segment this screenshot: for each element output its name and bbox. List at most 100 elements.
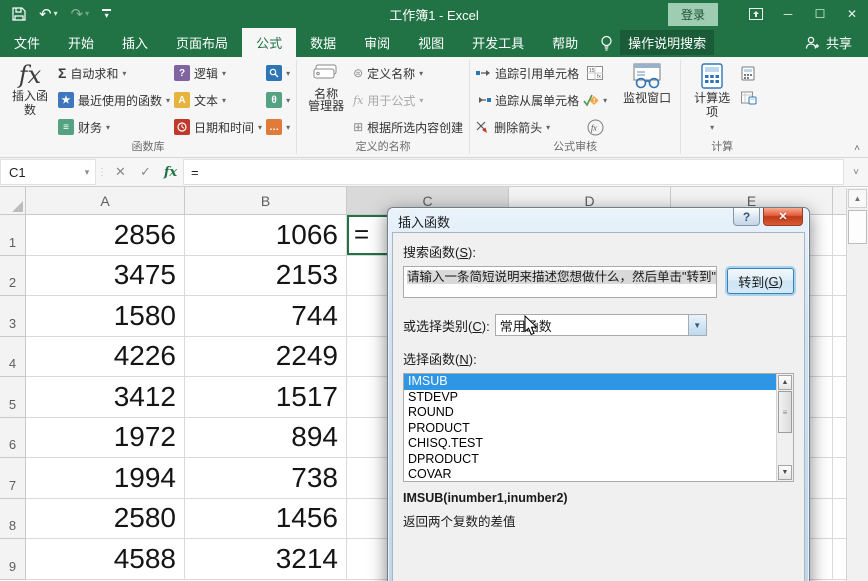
- dialog-title-bar[interactable]: 插入函数 ? ✕: [392, 208, 805, 232]
- enter-entry-button[interactable]: ✓: [133, 158, 158, 186]
- cell-f2[interactable]: [833, 256, 846, 297]
- evaluate-formula-button[interactable]: fx: [587, 115, 604, 139]
- create-from-selection-button[interactable]: ⊞根据所选内容创建: [353, 115, 463, 139]
- select-all-corner[interactable]: [0, 187, 26, 215]
- tab-page-layout[interactable]: 页面布局: [162, 28, 242, 57]
- tab-help[interactable]: 帮助: [538, 28, 592, 57]
- cell-b9[interactable]: 3214: [185, 539, 347, 580]
- cell-b4[interactable]: 2249: [185, 337, 347, 378]
- listbox-scroll-up-button[interactable]: ▲: [778, 375, 792, 390]
- date-time-button[interactable]: 日期和时间▾: [174, 115, 262, 139]
- row-header-2[interactable]: 2: [0, 256, 26, 297]
- cell-b7[interactable]: 738: [185, 458, 347, 499]
- cell-b3[interactable]: 744: [185, 296, 347, 337]
- scroll-up-button[interactable]: ▲: [848, 189, 867, 208]
- text-button[interactable]: A文本▾: [174, 88, 262, 112]
- column-header-b[interactable]: B: [185, 187, 347, 215]
- share-button[interactable]: 共享: [805, 28, 868, 57]
- cell-f4[interactable]: [833, 337, 846, 378]
- calculate-sheet-button[interactable]: [741, 88, 757, 106]
- row-header-7[interactable]: 7: [0, 458, 26, 499]
- cell-a1[interactable]: 2856: [26, 215, 185, 256]
- list-item-round[interactable]: ROUND: [404, 405, 776, 421]
- row-header-3[interactable]: 3: [0, 296, 26, 337]
- cell-a8[interactable]: 2580: [26, 499, 185, 540]
- autosum-button[interactable]: Σ自动求和▾: [58, 61, 170, 85]
- dialog-help-button[interactable]: ?: [733, 208, 760, 226]
- logical-button[interactable]: ?逻辑▾: [174, 61, 262, 85]
- cell-a2[interactable]: 3475: [26, 256, 185, 297]
- trace-dependents-button[interactable]: 追踪从属单元格: [476, 88, 579, 112]
- column-header-a[interactable]: A: [26, 187, 185, 215]
- go-button[interactable]: 转到(G): [727, 268, 794, 294]
- cell-b8[interactable]: 1456: [185, 499, 347, 540]
- close-button[interactable]: ✕: [836, 0, 868, 28]
- cell-b2[interactable]: 2153: [185, 256, 347, 297]
- list-item-dproduct[interactable]: DPRODUCT: [404, 452, 776, 468]
- tab-data[interactable]: 数据: [296, 28, 350, 57]
- cell-a3[interactable]: 1580: [26, 296, 185, 337]
- cell-b1[interactable]: 1066: [185, 215, 347, 256]
- function-listbox[interactable]: IMSUB STDEVP ROUND PRODUCT CHISQ.TEST DP…: [403, 373, 794, 482]
- name-box[interactable]: C1 ▾: [0, 159, 96, 185]
- cell-f9[interactable]: [833, 539, 846, 580]
- collapse-ribbon-button[interactable]: ˄: [854, 143, 860, 154]
- cell-a7[interactable]: 1994: [26, 458, 185, 499]
- row-header-5[interactable]: 5: [0, 377, 26, 418]
- math-trig-button[interactable]: θ▾: [266, 88, 290, 112]
- recent-functions-button[interactable]: ★最近使用的函数▾: [58, 88, 170, 112]
- cell-a6[interactable]: 1972: [26, 418, 185, 459]
- listbox-scrollbar-thumb[interactable]: ≡: [778, 391, 792, 433]
- listbox-scroll-down-button[interactable]: ▼: [778, 465, 792, 480]
- dropdown-arrow-icon[interactable]: ▼: [688, 315, 706, 335]
- name-manager-button[interactable]: 名称 管理器: [301, 60, 351, 113]
- tab-view[interactable]: 视图: [404, 28, 458, 57]
- customize-qat-button[interactable]: ▾: [102, 9, 111, 20]
- scrollbar-thumb[interactable]: [848, 210, 867, 244]
- cell-f7[interactable]: [833, 458, 846, 499]
- lookup-reference-button[interactable]: ▾: [266, 61, 290, 85]
- cell-f8[interactable]: [833, 499, 846, 540]
- list-item-imsub[interactable]: IMSUB: [404, 374, 776, 390]
- tab-developer[interactable]: 开发工具: [458, 28, 538, 57]
- insert-function-button[interactable]: fx 插入函数: [4, 60, 56, 117]
- undo-button[interactable]: ↶▾: [39, 7, 58, 22]
- column-header-f[interactable]: [833, 187, 846, 215]
- watch-window-button[interactable]: 监视窗口: [618, 60, 676, 105]
- cell-a4[interactable]: 4226: [26, 337, 185, 378]
- tab-insert[interactable]: 插入: [108, 28, 162, 57]
- error-checking-button[interactable]: !▾: [583, 88, 607, 112]
- trace-precedents-button[interactable]: 追踪引用单元格: [476, 61, 579, 85]
- cancel-entry-button[interactable]: ✕: [108, 158, 133, 186]
- row-header-6[interactable]: 6: [0, 418, 26, 459]
- row-header-8[interactable]: 8: [0, 499, 26, 540]
- list-item-covar[interactable]: COVAR: [404, 467, 776, 482]
- formula-input[interactable]: =: [183, 159, 844, 185]
- tab-review[interactable]: 审阅: [350, 28, 404, 57]
- maximize-button[interactable]: ☐: [804, 0, 836, 28]
- save-button[interactable]: [12, 7, 26, 21]
- row-header-1[interactable]: 1: [0, 215, 26, 256]
- cell-a9[interactable]: 4588: [26, 539, 185, 580]
- calculate-now-button[interactable]: [741, 64, 757, 82]
- formula-bar-drag-handle[interactable]: ⋮: [96, 158, 108, 186]
- calculation-options-button[interactable]: 计算选项 ▾: [685, 60, 739, 135]
- listbox-scroll-track[interactable]: [777, 433, 793, 464]
- use-in-formula-button[interactable]: fx用于公式▾: [353, 88, 463, 112]
- expand-formula-bar-button[interactable]: ˅: [844, 158, 868, 186]
- list-item-stdevp[interactable]: STDEVP: [404, 390, 776, 406]
- insert-function-fx-button[interactable]: fx: [158, 158, 183, 186]
- search-function-input[interactable]: 请输入一条简短说明来描述您想做什么，然后单击"转到": [403, 266, 717, 298]
- list-item-chisq-test[interactable]: CHISQ.TEST: [404, 436, 776, 452]
- cell-b6[interactable]: 894: [185, 418, 347, 459]
- show-formulas-button[interactable]: 15fx: [587, 61, 603, 85]
- cell-f3[interactable]: [833, 296, 846, 337]
- remove-arrows-button[interactable]: 删除箭头▾: [476, 115, 579, 139]
- cell-f5[interactable]: [833, 377, 846, 418]
- tab-file[interactable]: 文件: [0, 28, 54, 57]
- dialog-close-button[interactable]: ✕: [763, 208, 803, 226]
- financial-button[interactable]: ≡财务▾: [58, 115, 170, 139]
- redo-button[interactable]: ↷▾: [71, 7, 90, 22]
- tab-home[interactable]: 开始: [54, 28, 108, 57]
- cell-b5[interactable]: 1517: [185, 377, 347, 418]
